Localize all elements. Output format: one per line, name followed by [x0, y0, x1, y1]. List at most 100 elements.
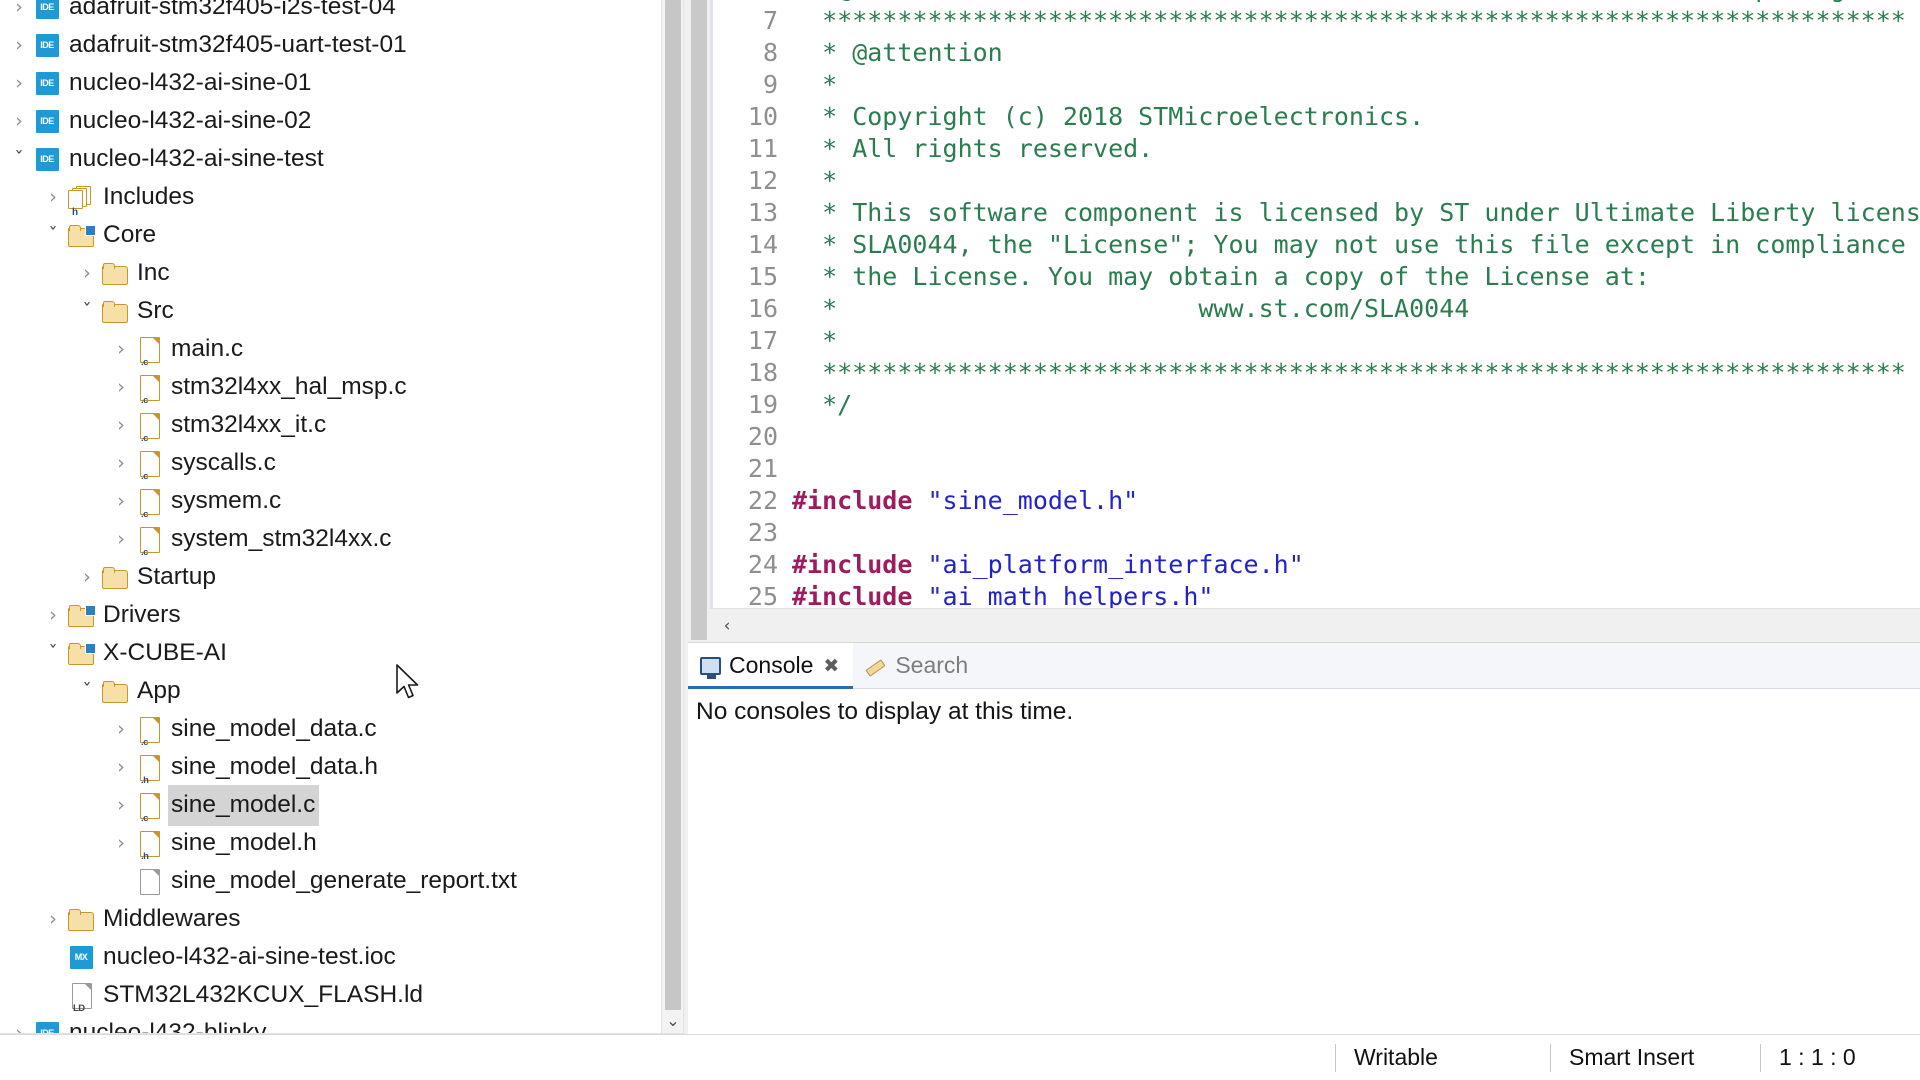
line-number: 16: [710, 293, 792, 325]
chevron-right-icon[interactable]: ›: [40, 606, 66, 625]
chevron-right-icon[interactable]: ›: [108, 416, 134, 435]
code-editor[interactable]: 6 @brief AI Tool Automatic Code Generato…: [688, 0, 1920, 643]
tree-item[interactable]: ˇIDEnucleo-l432-ai-sine-test: [0, 140, 661, 178]
tree-item[interactable]: ›.cstm32l4xx_hal_msp.c: [0, 368, 661, 406]
h-file-icon: .h: [134, 754, 164, 780]
console-icon: [700, 657, 721, 675]
editor-source-lines[interactable]: 6 @brief AI Tool Automatic Code Generato…: [710, 0, 1920, 642]
tree-item[interactable]: ›Drivers: [0, 596, 661, 634]
tree-item[interactable]: ›IDEnucleo-l432-ai-sine-01: [0, 64, 661, 102]
line-number: 9: [710, 69, 792, 101]
explorer-scroll-down-arrow[interactable]: ⌄: [662, 1007, 683, 1033]
tree-item-label: syscalls.c: [171, 443, 279, 484]
chevron-down-icon[interactable]: ˇ: [40, 226, 66, 245]
line-number: 11: [710, 133, 792, 165]
chevron-right-icon[interactable]: ›: [74, 264, 100, 283]
console-output-area[interactable]: No consoles to display at this time.: [688, 689, 1920, 1034]
chevron-right-icon[interactable]: ›: [6, 1024, 32, 1035]
tree-item-label: nucleo-l432-ai-sine-01: [69, 63, 314, 104]
line-number: 13: [710, 197, 792, 229]
code-token-preproc: #include: [792, 486, 927, 515]
tab-search[interactable]: Search: [853, 643, 982, 688]
status-cursor-position: 1 : 1 : 0: [1760, 1044, 1920, 1072]
chevron-right-icon[interactable]: ›: [108, 454, 134, 473]
editor-scroll-left-arrow[interactable]: ‹: [710, 609, 744, 643]
line-number: 22: [710, 485, 792, 517]
line-number: 23: [710, 517, 792, 549]
chevron-down-icon[interactable]: ˇ: [40, 644, 66, 663]
tree-item-label: nucleo-l432-ai-sine-02: [69, 101, 314, 142]
tree-item-label: sine_model.h: [171, 823, 320, 864]
chevron-right-icon[interactable]: ›: [40, 188, 66, 207]
explorer-scroll-thumb[interactable]: [665, 0, 681, 1010]
tab-console[interactable]: Console ✖: [688, 643, 853, 688]
tree-item[interactable]: ›IDEnucleo-l432-blinky: [0, 1014, 661, 1034]
tree-item[interactable]: ›.c main.c: [0, 330, 661, 368]
chevron-right-icon[interactable]: ›: [108, 530, 134, 549]
editor-overview-ruler[interactable]: [688, 0, 710, 642]
tree-item[interactable]: ›Includes: [0, 178, 661, 216]
tree-item[interactable]: MXnucleo-l432-ai-sine-test.ioc: [0, 938, 661, 976]
editor-horizontal-scrollbar[interactable]: ‹: [710, 608, 1920, 642]
ide-project-icon: IDE: [32, 110, 62, 133]
chevron-right-icon[interactable]: ›: [74, 568, 100, 587]
line-number: 20: [710, 421, 792, 453]
chevron-right-icon[interactable]: ›: [6, 112, 32, 131]
tree-item-label: sine_model_data.c: [171, 709, 380, 750]
chevron-right-icon[interactable]: ›: [108, 492, 134, 511]
folder-icon: [100, 263, 130, 284]
tree-item[interactable]: ›.csine_model.c: [0, 786, 661, 824]
chevron-down-icon[interactable]: ˇ: [6, 150, 32, 169]
editor-text-area[interactable]: 6 @brief AI Tool Automatic Code Generato…: [710, 0, 1920, 642]
tree-item[interactable]: ›.cstm32l4xx_it.c: [0, 406, 661, 444]
chevron-right-icon[interactable]: ›: [6, 0, 32, 17]
close-icon[interactable]: ✖: [823, 655, 839, 677]
chevron-right-icon[interactable]: ›: [108, 834, 134, 853]
chevron-right-icon[interactable]: ›: [108, 720, 134, 739]
chevron-right-icon[interactable]: ›: [108, 378, 134, 397]
tree-item[interactable]: ›Inc: [0, 254, 661, 292]
tree-item[interactable]: ›Startup: [0, 558, 661, 596]
chevron-right-icon[interactable]: ›: [108, 340, 134, 359]
search-pencil-icon: [865, 657, 887, 675]
tree-item[interactable]: ˇSrc: [0, 292, 661, 330]
project-tree[interactable]: ›IDEadafruit-stm32f405-i2s-test-04›IDEad…: [0, 0, 661, 1033]
tab-console-label: Console: [729, 652, 813, 679]
tree-item[interactable]: ˇCore: [0, 216, 661, 254]
tree-item[interactable]: ›.hsine_model_data.h: [0, 748, 661, 786]
includes-icon: [66, 186, 96, 209]
editor-vertical-scroll-thumb[interactable]: [691, 0, 707, 640]
line-number: 15: [710, 261, 792, 293]
code-token-comment: *: [792, 70, 837, 99]
tree-item[interactable]: sine_model_generate_report.txt: [0, 862, 661, 900]
c-file-icon: .c: [134, 336, 164, 362]
chevron-right-icon[interactable]: ›: [40, 910, 66, 929]
tree-item[interactable]: ›.csysmem.c: [0, 482, 661, 520]
tree-item[interactable]: ›IDE nucleo-l432-ai-sine-02: [0, 102, 661, 140]
tree-item[interactable]: ›.csystem_stm32l4xx.c: [0, 520, 661, 558]
tree-item[interactable]: ›IDEadafruit-stm32f405-uart-test-01: [0, 26, 661, 64]
console-empty-message: No consoles to display at this time.: [696, 698, 1920, 726]
tree-item[interactable]: ›.hsine_model.h: [0, 824, 661, 862]
chevron-down-icon[interactable]: ˇ: [74, 682, 100, 701]
tree-item[interactable]: ›Middlewares: [0, 900, 661, 938]
editor-hscroll-track[interactable]: [744, 609, 1920, 643]
line-number: 18: [710, 357, 792, 389]
chevron-right-icon[interactable]: ›: [6, 74, 32, 93]
chevron-right-icon[interactable]: ›: [108, 758, 134, 777]
tree-item-label: main.c: [171, 329, 246, 370]
code-line: 14 * SLA0044, the "License"; You may not…: [710, 229, 1920, 261]
tree-item[interactable]: ˇApp: [0, 672, 661, 710]
tree-item[interactable]: LDSTM32L432KCUX_FLASH.ld: [0, 976, 661, 1014]
chevron-right-icon[interactable]: ›: [108, 796, 134, 815]
explorer-vertical-scrollbar[interactable]: ⌄: [661, 0, 683, 1033]
chevron-right-icon[interactable]: ›: [6, 36, 32, 55]
tree-item-label: stm32l4xx_it.c: [171, 405, 329, 446]
code-token-comment: * www.st.com/SLA0044: [792, 294, 1469, 323]
tree-item[interactable]: ›.csine_model_data.c: [0, 710, 661, 748]
tree-item[interactable]: ›IDEadafruit-stm32f405-i2s-test-04: [0, 0, 661, 26]
tree-item[interactable]: ˇX-CUBE-AI: [0, 634, 661, 672]
tree-item[interactable]: ›.csyscalls.c: [0, 444, 661, 482]
code-line: 22#include "sine_model.h": [710, 485, 1920, 517]
chevron-down-icon[interactable]: ˇ: [74, 302, 100, 321]
